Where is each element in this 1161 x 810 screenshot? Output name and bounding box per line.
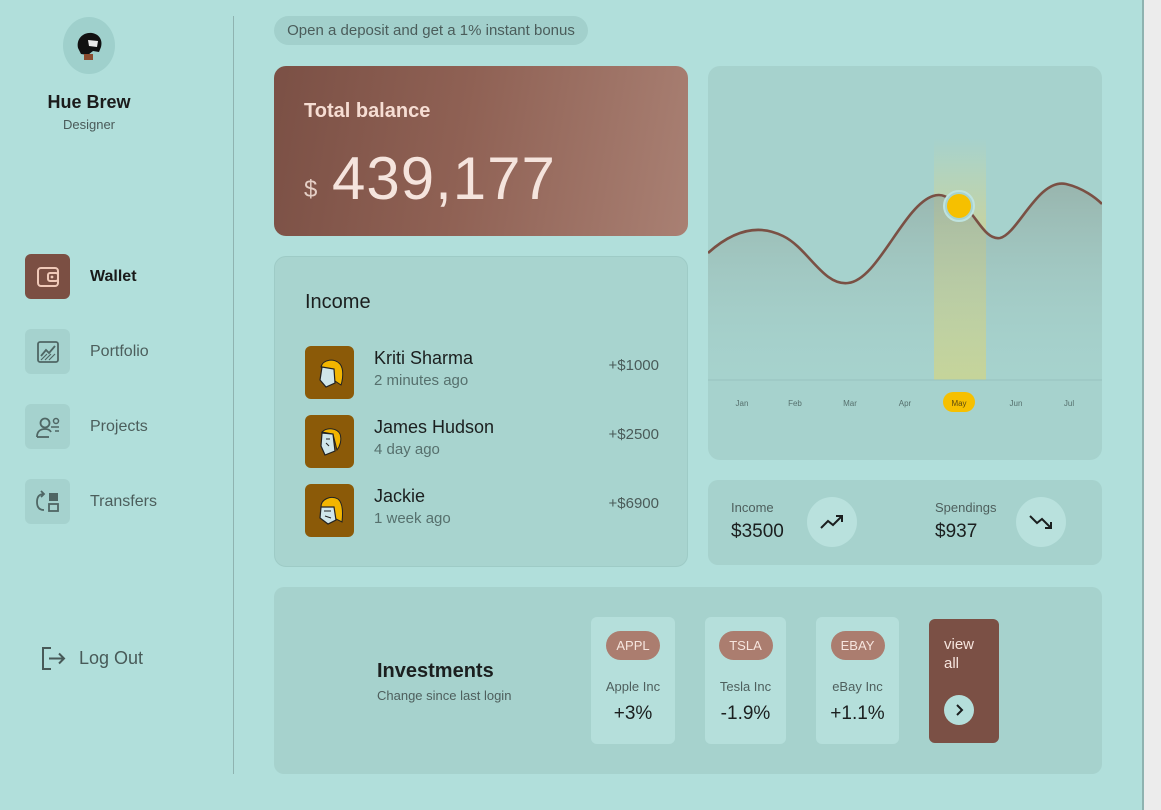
wallet-icon [25,254,70,299]
month-labels: Jan Feb Mar Apr May Jun Jul [736,399,1075,408]
income-amount: +$1000 [608,357,659,374]
income-time: 4 day ago [374,441,440,458]
income-name: Jackie [374,486,426,506]
chevron-right-icon [944,695,974,725]
sidebar: Hue Brew Designer Wallet Portfolio Proje… [0,0,234,810]
x-tick-label: Jun [1010,399,1023,408]
income-time: 2 minutes ago [374,372,469,389]
balance-card: Total balance $ 439,177 [274,66,688,236]
logout-button[interactable]: Log Out [40,645,143,672]
x-tick-label: Jul [1064,399,1074,408]
balance-currency: $ [304,176,318,203]
stock-card-appl[interactable]: APPL Apple Inc +3% [591,617,675,744]
stats-card: Income $3500 Spendings $937 [708,480,1102,565]
user-avatar-icon [305,484,354,537]
nav-label-projects: Projects [90,417,148,435]
chart-svg: Jan Feb Mar Apr May Jun Jul [708,138,1102,412]
income-stat-label: Income [731,500,774,515]
trending-up-icon[interactable] [807,497,857,547]
income-amount: +$6900 [608,495,659,512]
avatar[interactable] [63,17,115,74]
nav-item-portfolio[interactable]: Portfolio [25,329,149,374]
sidebar-divider [233,16,234,774]
x-tick-label: Feb [788,399,802,408]
income-row[interactable]: Jackie 1 week ago +$6900 [305,484,659,538]
chart-icon [25,329,70,374]
income-stat-value: $3500 [731,521,784,542]
income-name: James Hudson [374,417,495,437]
income-row[interactable]: James Hudson 4 day ago +$2500 [305,415,659,469]
income-amount: +$2500 [608,426,659,443]
income-time: 1 week ago [374,510,451,527]
logout-icon [42,647,66,670]
income-row[interactable]: Kriti Sharma 2 minutes ago +$1000 [305,346,659,400]
profile-role: Designer [62,117,116,132]
spendings-stat-value: $937 [935,521,978,542]
investments-title: Investments [377,660,494,682]
user-avatar-icon [305,346,354,399]
stock-name: eBay Inc [832,679,883,694]
x-tick-label: May [951,399,966,408]
x-tick-label: Apr [899,399,912,408]
view-all-button[interactable]: view all [929,619,999,743]
income-card: Income Kriti Sharma 2 minutes ago +$1000… [274,256,688,567]
stock-card-ebay[interactable]: EBAY eBay Inc +1.1% [816,617,899,744]
stock-change: +3% [613,703,653,724]
income-title: Income [305,291,371,313]
x-tick-label: Mar [843,399,857,408]
stock-change: +1.1% [830,703,885,724]
stock-ticker: EBAY [830,631,885,660]
investments-card: Investments Change since last login APPL… [274,587,1102,774]
income-name: Kriti Sharma [374,348,474,368]
investments-subtitle: Change since last login [377,688,512,703]
balance-title: Total balance [304,100,431,122]
nav-label-transfers: Transfers [90,492,157,510]
balance-chart: Jan Feb Mar Apr May Jun Jul [708,66,1102,460]
window-edge [1142,0,1161,810]
stock-name: Tesla Inc [719,679,772,694]
stock-ticker: TSLA [718,631,773,660]
balance-amount: 439,177 [332,145,556,212]
stock-card-tsla[interactable]: TSLA Tesla Inc -1.9% [705,617,786,744]
promo-banner[interactable]: Open a deposit and get a 1% instant bonu… [274,16,588,45]
spendings-stat-label: Spendings [935,500,997,515]
profile-name: Hue Brew [47,92,131,112]
projects-icon [25,404,70,449]
transfers-icon [25,479,70,524]
logout-label: Log Out [79,648,144,668]
view-all-label: view all [944,636,975,672]
x-tick-label: Jan [736,399,749,408]
nav-label-wallet: Wallet [90,267,137,285]
stock-change: -1.9% [720,703,771,724]
stock-name: Apple Inc [605,679,661,694]
helmet-avatar-icon [77,32,102,60]
chart-area [708,183,1102,380]
user-avatar-icon [305,415,354,468]
highlight-marker[interactable] [947,194,971,218]
nav-item-projects[interactable]: Projects [25,404,148,449]
stock-ticker: APPL [606,631,660,660]
nav-item-transfers[interactable]: Transfers [25,479,157,524]
nav-item-wallet[interactable]: Wallet [25,254,137,299]
nav-label-portfolio: Portfolio [90,342,149,360]
trending-down-icon[interactable] [1016,497,1066,547]
